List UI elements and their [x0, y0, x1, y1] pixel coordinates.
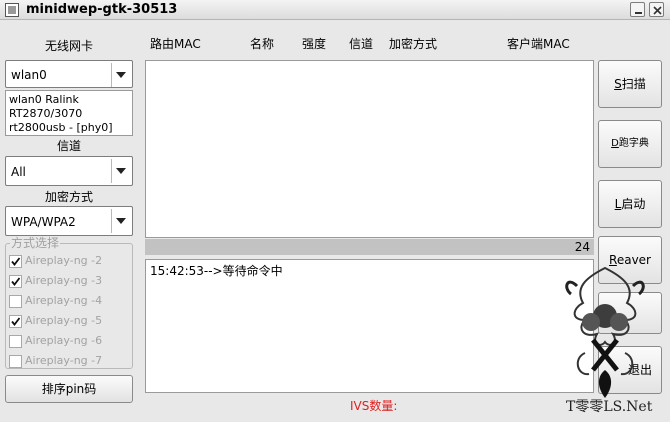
minimize-button[interactable]: [630, 2, 645, 17]
minimize-icon: [635, 12, 642, 14]
method-option[interactable]: Aireplay-ng -3: [9, 271, 129, 291]
method-checkbox[interactable]: [9, 255, 22, 268]
method-checkbox[interactable]: [9, 275, 22, 288]
close-icon: [653, 6, 662, 15]
method-checkbox[interactable]: [9, 355, 22, 368]
method-option[interactable]: Aireplay-ng -4: [9, 291, 129, 311]
channel-combobox[interactable]: All: [5, 156, 133, 186]
packet-count: 24: [574, 240, 590, 254]
encryption-label: 加密方式: [44, 190, 93, 204]
chevron-down-icon: [116, 168, 126, 174]
dragon-emblem-icon: [565, 266, 645, 398]
log-area[interactable]: [145, 259, 594, 393]
method-label: Aireplay-ng -6: [25, 334, 103, 347]
encryption-combobox[interactable]: WPA/WPA2: [5, 206, 133, 236]
chevron-down-icon: [116, 218, 126, 224]
checkmark-icon: [11, 317, 21, 326]
checkmark-icon: [11, 257, 21, 266]
channel-value: All: [11, 165, 26, 179]
watermark-logo: [555, 258, 655, 406]
method-option[interactable]: Aireplay-ng -7: [9, 351, 129, 371]
channel-dropdown-arrow[interactable]: [111, 159, 130, 183]
nic-info-line-2: RT2870/3070: [9, 107, 83, 120]
method-option[interactable]: Aireplay-ng -6: [9, 331, 129, 351]
scan-label: 扫描: [621, 77, 646, 91]
nic-combobox[interactable]: wlan0: [5, 60, 133, 88]
scan-button[interactable]: S扫描: [598, 60, 662, 108]
watermark-text: T零零LS.Net: [566, 398, 652, 416]
launch-button[interactable]: L启动: [598, 180, 662, 228]
watermark-text-label: T零零LS.Net: [566, 399, 653, 415]
header-router-mac: 路由MAC: [150, 37, 201, 51]
method-checkbox[interactable]: [9, 335, 22, 348]
method-list: Aireplay-ng -2 Aireplay-ng -3 Aireplay-ng …: [9, 251, 129, 371]
nic-label: 无线网卡: [44, 39, 93, 53]
method-checkbox[interactable]: [9, 295, 22, 308]
method-option[interactable]: Aireplay-ng -5: [9, 311, 129, 331]
method-checkbox[interactable]: [9, 315, 22, 328]
app-icon: [5, 3, 19, 17]
title-bar: minidwep-gtk-30513: [0, 0, 670, 20]
sort-pin-button[interactable]: 排序pin码: [5, 375, 133, 403]
header-channel: 信道: [349, 37, 374, 51]
dictionary-button[interactable]: D跑字典: [598, 120, 662, 168]
chevron-down-icon: [116, 72, 126, 78]
checkmark-icon: [11, 277, 21, 286]
method-option[interactable]: Aireplay-ng -2: [9, 251, 129, 271]
header-name: 名称: [250, 37, 275, 51]
dict-key: D: [611, 138, 619, 149]
header-strength: 强度: [302, 37, 327, 51]
nic-value: wlan0: [11, 68, 47, 82]
method-label: Aireplay-ng -5: [25, 314, 103, 327]
log-line: 15:42:53-->等待命令中: [150, 264, 283, 278]
window-title: minidwep-gtk-30513: [26, 2, 178, 17]
method-group-label: 方式选择: [10, 236, 61, 250]
network-list[interactable]: [145, 60, 594, 238]
launch-label: 启动: [621, 197, 646, 211]
encryption-dropdown-arrow[interactable]: [111, 209, 130, 233]
dict-label: 跑字典: [618, 138, 649, 149]
nic-info-line-1: wlan0 Ralink: [9, 93, 79, 106]
method-label: Aireplay-ng -4: [25, 294, 103, 307]
nic-info-line-3: rt2800usb - [phy0]: [9, 121, 113, 134]
method-label: Aireplay-ng -2: [25, 254, 103, 267]
method-label: Aireplay-ng -3: [25, 274, 103, 287]
nic-info-box: wlan0 Ralink RT2870/3070 rt2800usb - [ph…: [5, 90, 133, 136]
close-button[interactable]: [649, 2, 664, 17]
header-encryption: 加密方式: [389, 37, 438, 51]
header-client-mac: 客户端MAC: [507, 37, 570, 51]
method-label: Aireplay-ng -7: [25, 354, 103, 367]
ivs-count-label: IVS数量:: [350, 399, 398, 413]
encryption-value: WPA/WPA2: [11, 215, 76, 229]
channel-label: 信道: [56, 139, 81, 153]
status-strip: 24: [145, 239, 594, 255]
nic-dropdown-arrow[interactable]: [111, 63, 130, 87]
scan-key: S: [614, 77, 622, 91]
